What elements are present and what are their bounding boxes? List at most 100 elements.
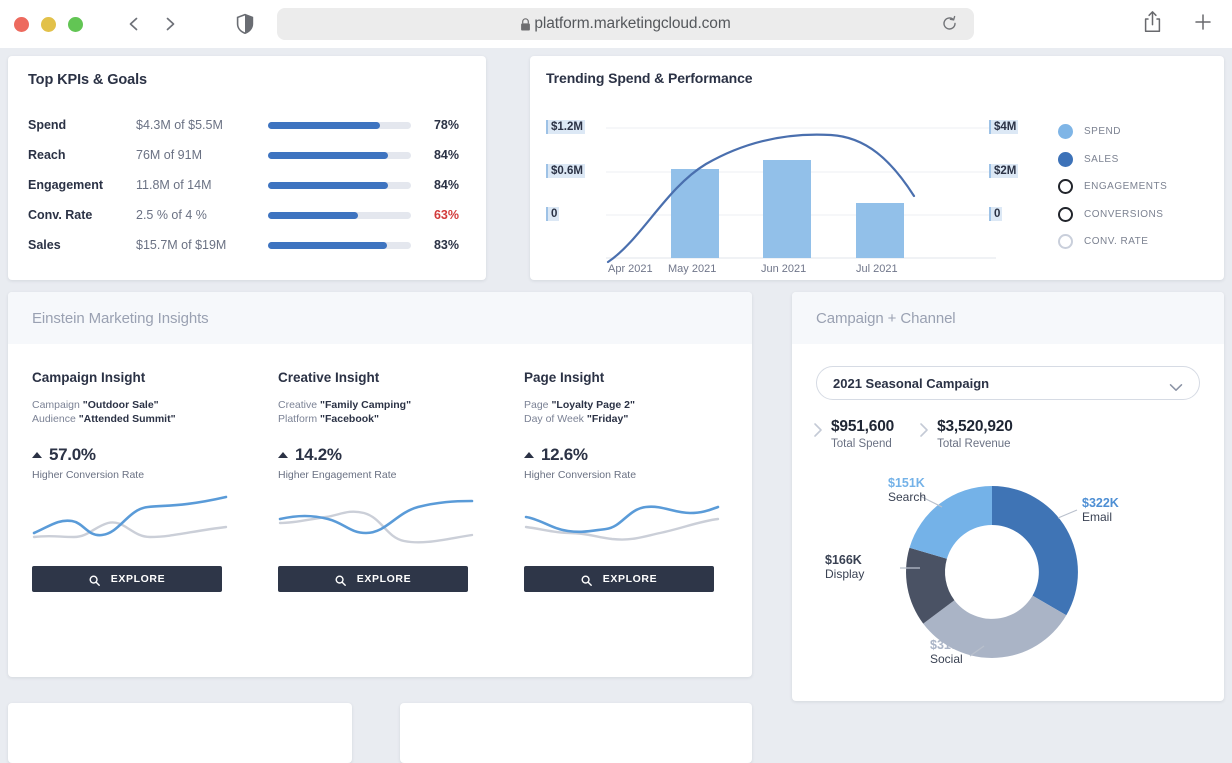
legend-marker-icon [1058, 151, 1073, 167]
kpi-row-percent: 83% [433, 238, 459, 252]
donut-label-search: $151K Search [888, 476, 926, 505]
campaign-stat-text: $3,520,920 Total Revenue [937, 418, 1013, 450]
explore-button[interactable]: EXPLORE [32, 566, 222, 593]
left-axis-tick-1: $0.6M [546, 164, 585, 178]
legend-item[interactable]: CONVERSIONS [1058, 201, 1167, 229]
insight-meta-line2-prefix: Day of Week [524, 413, 587, 426]
campaign-select-value: 2021 Seasonal Campaign [833, 375, 990, 391]
insight-meta: Page "Loyalty Page 2" Day of Week "Friday… [524, 398, 728, 426]
campaign-stat-value: $951,600 [831, 418, 895, 435]
explore-button-label: EXPLORE [602, 573, 658, 586]
donut-label-social-value: $313K [930, 638, 967, 652]
legend-item[interactable]: CONV. RATE [1058, 228, 1167, 256]
explore-button[interactable]: EXPLORE [278, 566, 468, 593]
donut-label-email: $322K Email [1082, 496, 1119, 525]
campaign-stat-label: Total Spend [831, 438, 892, 450]
right-axis-tick-2: $4M [989, 120, 1019, 134]
campaign-select[interactable]: 2021 Seasonal Campaign [816, 366, 1200, 400]
sidebar-toggle-icon[interactable] [235, 13, 255, 35]
legend-item[interactable]: SPEND [1058, 118, 1167, 146]
dashboard-page: Top KPIs & Goals Spend $4.3M of $5.5M 78% R… [0, 48, 1232, 763]
donut-label-display-value: $166K [825, 553, 862, 567]
insight-meta-line2-value: "Friday" [586, 413, 629, 426]
reload-icon[interactable] [941, 15, 958, 32]
insight-meta-line2-value: "Attended Summit" [78, 413, 176, 426]
search-icon [89, 574, 100, 586]
kpi-row-value: 2.5 % of 4 % [136, 208, 207, 222]
insight-sparkline [524, 505, 720, 542]
campaign-stat[interactable]: $951,600 Total Spend [812, 418, 894, 450]
window-traffic-lights [14, 16, 83, 32]
browser-toolbar: platform.marketingcloud.com [0, 0, 1232, 48]
caret-up-icon [524, 452, 534, 459]
explore-button[interactable]: EXPLORE [524, 566, 714, 593]
insight-meta-line2-prefix: Platform [278, 413, 321, 426]
top-kpis-card: Top KPIs & Goals Spend $4.3M of $5.5M 78% R… [8, 56, 486, 280]
kpi-row-percent: 84% [433, 178, 459, 192]
campaign-stats: $951,600 Total Spend $3,520,920 Total Reven… [812, 418, 1224, 450]
legend-item-label: SALES [1084, 153, 1119, 165]
search-icon [581, 574, 592, 586]
donut-label-search-value: $151K [888, 476, 925, 490]
kpi-row: Conv. Rate 2.5 % of 4 % 63% [28, 200, 466, 230]
trending-spend-card: Trending Spend & Performance $1.2M $0.6M… [530, 56, 1224, 280]
share-icon[interactable] [1143, 10, 1162, 33]
close-window-button[interactable] [14, 16, 29, 32]
bar-jul [856, 203, 904, 258]
kpi-row-label: Conv. Rate [28, 208, 93, 222]
campaign-header: Campaign + Channel [792, 292, 1224, 344]
back-button[interactable] [125, 15, 143, 33]
insight-delta: 14.2% [278, 445, 482, 465]
insight-title: Page Insight [524, 370, 605, 385]
legend-item-label: CONV. RATE [1084, 236, 1149, 248]
kpi-progress-track [268, 241, 411, 249]
x-tick-apr: Apr 2021 [608, 263, 653, 275]
kpi-row-value: $15.7M of $19M [136, 238, 227, 252]
forward-button[interactable] [161, 15, 179, 33]
insight-meta: Campaign "Outdoor Sale" Audience "Attende… [32, 398, 236, 426]
insight-meta-line1-prefix: Page [524, 399, 552, 411]
kpi-progress-fill [268, 241, 387, 249]
insight-delta: 57.0% [32, 445, 236, 465]
kpi-row-value: $4.3M of $5.5M [136, 118, 223, 132]
chart-legend: SPEND SALES ENGAGEMENTS CONVERSIONS CONV. RA… [1058, 118, 1167, 256]
caret-up-icon [32, 452, 42, 459]
kpi-row-value: 11.8M of 14M [136, 178, 212, 192]
kpi-row: Reach 76M of 91M 84% [28, 140, 466, 170]
legend-item[interactable]: ENGAGEMENTS [1058, 173, 1167, 201]
navigation-buttons [125, 15, 179, 33]
campaign-stat[interactable]: $3,520,920 Total Revenue [918, 418, 1013, 450]
insight-title: Campaign Insight [32, 370, 146, 385]
insight-meta: Creative "Family Camping" Platform "Faceb… [278, 398, 482, 426]
kpi-row: Engagement 11.8M of 14M 84% [28, 170, 466, 200]
kpi-row-label: Spend [28, 118, 67, 132]
donut-slice-email [992, 486, 1078, 616]
donut-label-email-name: Email [1082, 510, 1113, 525]
insight-subtitle: Higher Conversion Rate [32, 469, 145, 482]
donut-label-display-name: Display [825, 567, 865, 582]
campaign-stat-label: Total Revenue [937, 438, 1011, 450]
einstein-header-title: Einstein Marketing Insights [32, 309, 209, 327]
bottom-card-right [400, 703, 752, 763]
chevron-right-icon [812, 420, 825, 440]
donut-label-social-name: Social [930, 652, 963, 667]
lock-icon [520, 17, 531, 31]
x-tick-jun: Jun 2021 [761, 263, 807, 275]
maximize-window-button[interactable] [68, 16, 83, 32]
minimize-window-button[interactable] [41, 16, 56, 32]
legend-item[interactable]: SALES [1058, 146, 1167, 174]
kpi-progress-track [268, 181, 411, 189]
donut-label-social: $313K Social [930, 638, 967, 667]
new-tab-icon[interactable] [1192, 11, 1214, 33]
legend-marker-icon [1058, 234, 1073, 250]
kpi-progress-fill [268, 151, 389, 159]
address-bar[interactable]: platform.marketingcloud.com [277, 8, 974, 40]
bottom-card-left [8, 703, 352, 763]
insight-sparkline [32, 496, 228, 539]
toolbar-actions [1143, 10, 1214, 33]
left-axis-tick-2: $1.2M [546, 120, 585, 134]
insight-meta-line2-value: "Facebook" [320, 413, 379, 426]
campaign-stat-value: $3,520,920 [937, 418, 1013, 435]
explore-button-label: EXPLORE [356, 573, 412, 586]
donut-label-search-name: Search [888, 490, 927, 505]
